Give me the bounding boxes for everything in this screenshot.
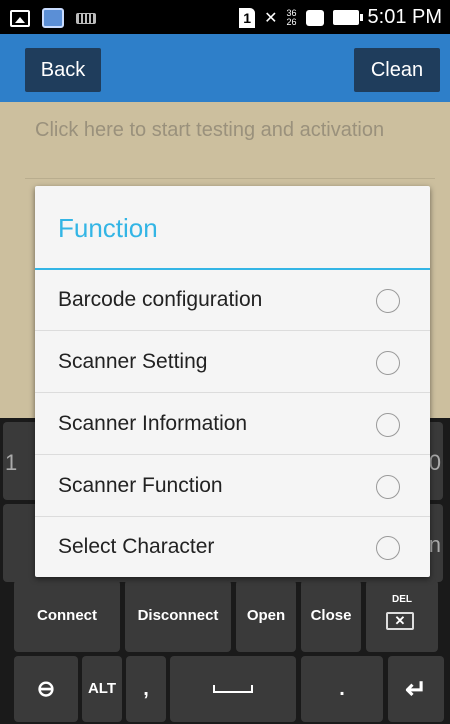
delete-key-label: DEL bbox=[392, 594, 412, 605]
option-label: Select Character bbox=[58, 535, 215, 558]
dialog-option-barcode-configuration[interactable]: Barcode configuration bbox=[35, 270, 430, 331]
close-key[interactable]: Close bbox=[301, 580, 361, 652]
option-label: Barcode configuration bbox=[58, 288, 263, 311]
option-label: Scanner Function bbox=[58, 474, 223, 497]
emoji-key[interactable]: ⊖ bbox=[14, 656, 78, 722]
picture-icon bbox=[10, 9, 30, 27]
notification-box-icon bbox=[305, 9, 324, 26]
enter-key[interactable]: ↵ bbox=[388, 656, 444, 722]
key-partial-right: n bbox=[428, 532, 441, 557]
radio-button[interactable] bbox=[376, 536, 400, 560]
radio-button[interactable] bbox=[376, 475, 400, 499]
notification-icons bbox=[10, 8, 96, 28]
space-key[interactable] bbox=[170, 656, 296, 722]
back-button[interactable]: Back bbox=[25, 48, 101, 92]
alt-key[interactable]: ALT bbox=[82, 656, 122, 722]
comma-key[interactable]: , bbox=[126, 656, 166, 722]
delete-key[interactable]: DEL ✕ bbox=[366, 580, 438, 652]
keyboard-icon bbox=[76, 12, 96, 24]
open-key[interactable]: Open bbox=[236, 580, 296, 652]
battery-icon bbox=[332, 10, 363, 25]
disconnect-key[interactable]: Disconnect bbox=[125, 580, 231, 652]
radio-button[interactable] bbox=[376, 289, 400, 313]
period-key[interactable]: . bbox=[301, 656, 383, 722]
vibrate-icon: ✕ bbox=[264, 9, 278, 27]
clean-button[interactable]: Clean bbox=[354, 48, 440, 92]
connect-key[interactable]: Connect bbox=[14, 580, 120, 652]
divider bbox=[35, 330, 430, 331]
function-dialog: Function Barcode configuration Scanner S… bbox=[35, 186, 430, 577]
field-underline bbox=[25, 178, 435, 179]
start-testing-field[interactable]: Click here to start testing and activati… bbox=[35, 118, 395, 142]
action-bar: Back Clean bbox=[0, 34, 450, 102]
emoji-icon: ⊖ bbox=[36, 676, 56, 701]
radio-button[interactable] bbox=[376, 413, 400, 437]
app-notification-icon bbox=[42, 8, 64, 28]
dialog-option-scanner-function[interactable]: Scanner Function bbox=[35, 456, 430, 517]
dialog-option-scanner-setting[interactable]: Scanner Setting bbox=[35, 332, 430, 393]
dialog-option-scanner-information[interactable]: Scanner Information bbox=[35, 394, 430, 455]
backspace-icon: ✕ bbox=[386, 612, 414, 630]
option-label: Scanner Setting bbox=[58, 350, 208, 373]
sim-icon: 1 bbox=[239, 7, 256, 28]
dialog-option-select-character[interactable]: Select Character bbox=[35, 517, 430, 578]
key-partial-right: 0 bbox=[428, 450, 441, 475]
enter-icon: ↵ bbox=[405, 674, 427, 704]
radio-button[interactable] bbox=[376, 351, 400, 375]
system-icons: 1 ✕ 36 26 5:01 PM bbox=[239, 6, 442, 29]
divider bbox=[35, 454, 430, 455]
divider bbox=[35, 392, 430, 393]
signal-icon: 36 26 bbox=[286, 8, 297, 27]
option-label: Scanner Information bbox=[58, 412, 248, 435]
network-bottom-label: 26 bbox=[286, 16, 297, 27]
clock: 5:01 PM bbox=[367, 6, 442, 28]
key-partial-left: 1 bbox=[5, 450, 18, 475]
status-bar: 1 ✕ 36 26 5:01 PM bbox=[0, 0, 450, 34]
dialog-title: Function bbox=[58, 213, 158, 243]
space-icon bbox=[213, 685, 253, 694]
